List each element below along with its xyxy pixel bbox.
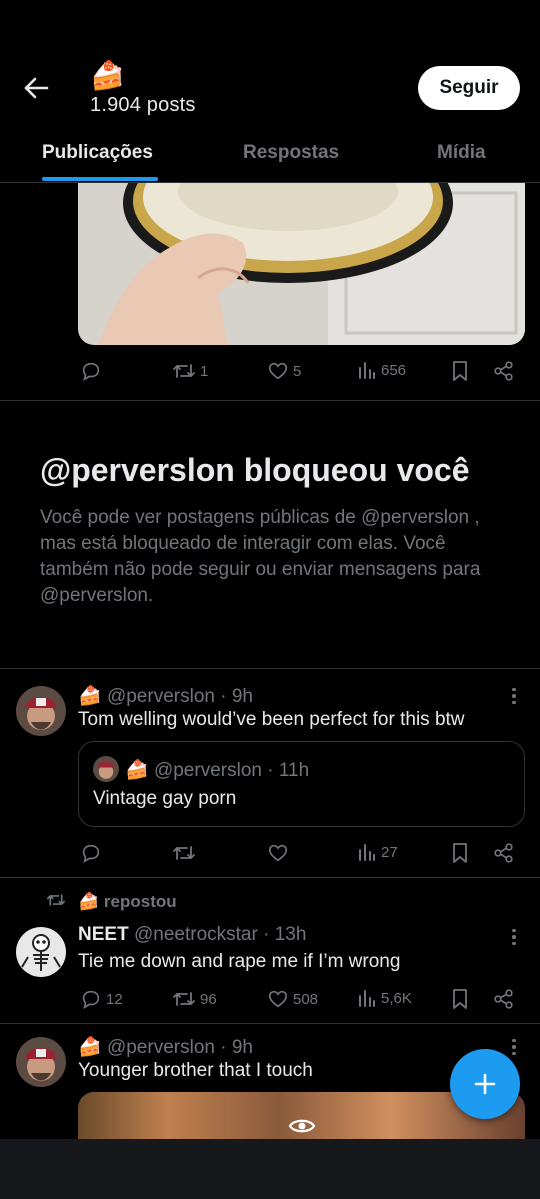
heart-icon: [268, 844, 288, 862]
repost-count: 1: [200, 362, 209, 380]
analytics-icon: [359, 990, 375, 1007]
quoted-time: · 11h: [267, 760, 310, 781]
tweet-text: Tom welling would’ve been perfect for th…: [78, 709, 465, 730]
reply-icon: [82, 990, 100, 1009]
author-emoji: 🍰: [78, 686, 102, 707]
quoted-header: 🍰 @perverslon · 11h: [125, 758, 309, 782]
repost-button[interactable]: [172, 842, 196, 864]
heart-icon: [268, 990, 288, 1008]
like-count: 5: [293, 362, 302, 380]
share-button[interactable]: [493, 988, 515, 1010]
compose-button[interactable]: [450, 1049, 520, 1119]
repost-indicator-icon: [46, 891, 66, 909]
post-divider: [0, 400, 540, 401]
plus-icon: [474, 1073, 496, 1095]
tweet-divider: [0, 877, 540, 878]
back-button[interactable]: [18, 70, 54, 106]
views-button[interactable]: 27: [357, 842, 398, 862]
tweet-header: NEET @neetrockstar · 13h: [78, 924, 306, 946]
like-button[interactable]: 5: [267, 360, 301, 382]
share-icon: [494, 361, 513, 381]
follow-button[interactable]: Seguir: [418, 66, 520, 110]
reply-icon: [82, 844, 100, 863]
posts-count: 1.904 posts: [90, 94, 196, 116]
share-icon: [494, 843, 513, 863]
repost-icon: [173, 846, 195, 860]
tweet-time: · 9h: [220, 686, 253, 707]
more-options-icon[interactable]: [504, 686, 524, 706]
repost-context: 🍰 repostou: [78, 892, 177, 912]
avatar[interactable]: [16, 686, 66, 736]
author-name[interactable]: NEET: [78, 924, 129, 945]
more-options-icon[interactable]: [504, 1037, 524, 1057]
bookmark-icon: [453, 989, 467, 1009]
tweet-header: 🍰 @perverslon · 9h: [78, 684, 253, 708]
blocked-title: @perverslon bloqueou você: [40, 452, 470, 488]
bookmark-icon: [453, 361, 467, 381]
back-arrow-icon: [24, 77, 49, 99]
tweet-divider: [0, 1023, 540, 1024]
views-button[interactable]: 5,6K: [357, 988, 412, 1008]
like-button[interactable]: 508: [267, 988, 318, 1010]
section-divider: [0, 668, 540, 669]
views-count: 27: [381, 843, 398, 861]
reply-button[interactable]: 12: [80, 988, 123, 1010]
quoted-emoji: 🍰: [125, 760, 149, 781]
views-count: 5,6K: [381, 989, 412, 1007]
repost-count: 96: [200, 990, 217, 1008]
repost-icon: [173, 364, 195, 378]
analytics-icon: [359, 844, 375, 861]
profile-name-emoji: 🍰: [90, 60, 125, 91]
bookmark-button[interactable]: [451, 360, 469, 382]
tweet-time: · 9h: [220, 1037, 253, 1058]
repost-icon: [173, 992, 195, 1006]
reply-button[interactable]: [80, 360, 102, 382]
tweet-text: Tie me down and rape me if I’m wrong: [78, 951, 401, 972]
reposter-emoji: 🍰: [78, 892, 100, 911]
like-button[interactable]: [267, 842, 289, 864]
reply-icon: [82, 362, 100, 381]
eye-icon[interactable]: [288, 1116, 316, 1136]
post-photo[interactable]: [78, 183, 525, 345]
reply-count: 12: [106, 990, 123, 1008]
bookmark-icon: [453, 843, 467, 863]
profile-header: 🍰 1.904 posts Seguir Publicações Respost…: [0, 0, 540, 183]
author-handle[interactable]: @perverslon: [107, 1037, 215, 1058]
heart-icon: [268, 362, 288, 380]
quoted-avatar: [93, 756, 119, 782]
blocked-description: Você pode ver postagens públicas de @per…: [40, 507, 481, 606]
repost-button[interactable]: 1: [172, 360, 208, 382]
author-handle[interactable]: @neetrockstar: [134, 924, 258, 945]
like-count: 508: [293, 990, 319, 1008]
author-emoji: 🍰: [78, 1037, 102, 1058]
bookmark-button[interactable]: [451, 988, 469, 1010]
tab-respostas[interactable]: Respostas: [243, 142, 339, 164]
tweet-header: 🍰 @perverslon · 9h: [78, 1035, 253, 1059]
avatar[interactable]: [16, 1037, 66, 1087]
quoted-tweet[interactable]: 🍰 @perverslon · 11h Vintage gay porn: [78, 741, 525, 827]
active-tab-indicator: [42, 177, 158, 181]
share-button[interactable]: [493, 842, 515, 864]
tweet-text: Younger brother that I touch: [78, 1060, 313, 1081]
bookmark-button[interactable]: [451, 842, 469, 864]
quoted-text: Vintage gay porn: [93, 788, 237, 809]
tab-midia[interactable]: Mídia: [437, 142, 486, 164]
views-button[interactable]: 656: [357, 360, 406, 380]
avatar[interactable]: [16, 927, 66, 977]
repost-button[interactable]: 96: [172, 988, 217, 1010]
share-button[interactable]: [493, 360, 515, 382]
views-count: 656: [381, 361, 407, 379]
tab-publicacoes[interactable]: Publicações: [42, 142, 153, 164]
share-icon: [494, 989, 513, 1009]
tweet-time: · 13h: [263, 924, 307, 945]
reply-button[interactable]: [80, 842, 102, 864]
analytics-icon: [359, 362, 375, 379]
quoted-handle: @perverslon: [153, 760, 262, 781]
bottom-navigation-bar: [0, 1139, 540, 1199]
author-handle[interactable]: @perverslon: [107, 686, 215, 707]
repost-label: repostou: [103, 892, 177, 911]
more-options-icon[interactable]: [504, 927, 524, 947]
